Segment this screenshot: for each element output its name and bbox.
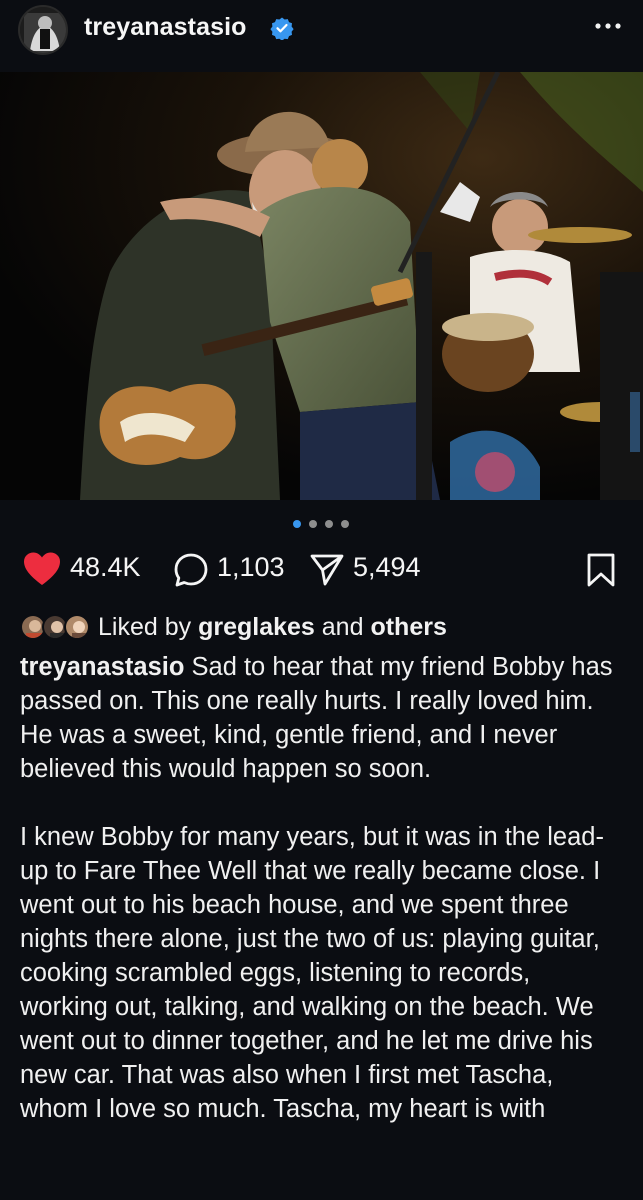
profile-avatar[interactable]	[18, 5, 68, 55]
carousel-dot	[325, 520, 333, 528]
verified-badge-icon	[270, 17, 294, 40]
liked-by-text: Liked by greglakes and others	[98, 613, 447, 641]
liked-by-user[interactable]: greglakes	[198, 613, 315, 641]
post-photo[interactable]	[0, 72, 643, 500]
carousel-dot	[341, 520, 349, 528]
post-header: treyanastasio	[0, 0, 643, 72]
likes-count[interactable]: 48.4K	[70, 552, 141, 583]
liked-by-others[interactable]: others	[370, 613, 446, 641]
carousel-dot	[309, 520, 317, 528]
post-caption: treyanastasio Sad to hear that my friend…	[20, 650, 625, 1160]
caption-paragraph: treyanastasio Sad to hear that my friend…	[20, 650, 625, 786]
comment-icon[interactable]	[173, 552, 209, 588]
heart-icon[interactable]	[22, 551, 62, 587]
comments-count[interactable]: 1,103	[217, 552, 285, 583]
carousel-indicator	[293, 520, 349, 528]
bookmark-icon[interactable]	[586, 552, 616, 588]
username[interactable]: treyanastasio	[84, 13, 247, 42]
carousel-dot	[293, 520, 301, 528]
liker-avatar	[64, 614, 90, 640]
shares-count[interactable]: 5,494	[353, 552, 421, 583]
concert-photo-image	[0, 72, 643, 500]
caption-username[interactable]: treyanastasio	[20, 653, 184, 681]
liked-by-row[interactable]: Liked by greglakes and others	[20, 611, 640, 643]
caption-paragraph: I knew Bobby for many years, but it was …	[20, 823, 604, 1123]
more-horizontal-icon[interactable]	[592, 16, 624, 36]
share-icon[interactable]	[309, 553, 345, 587]
